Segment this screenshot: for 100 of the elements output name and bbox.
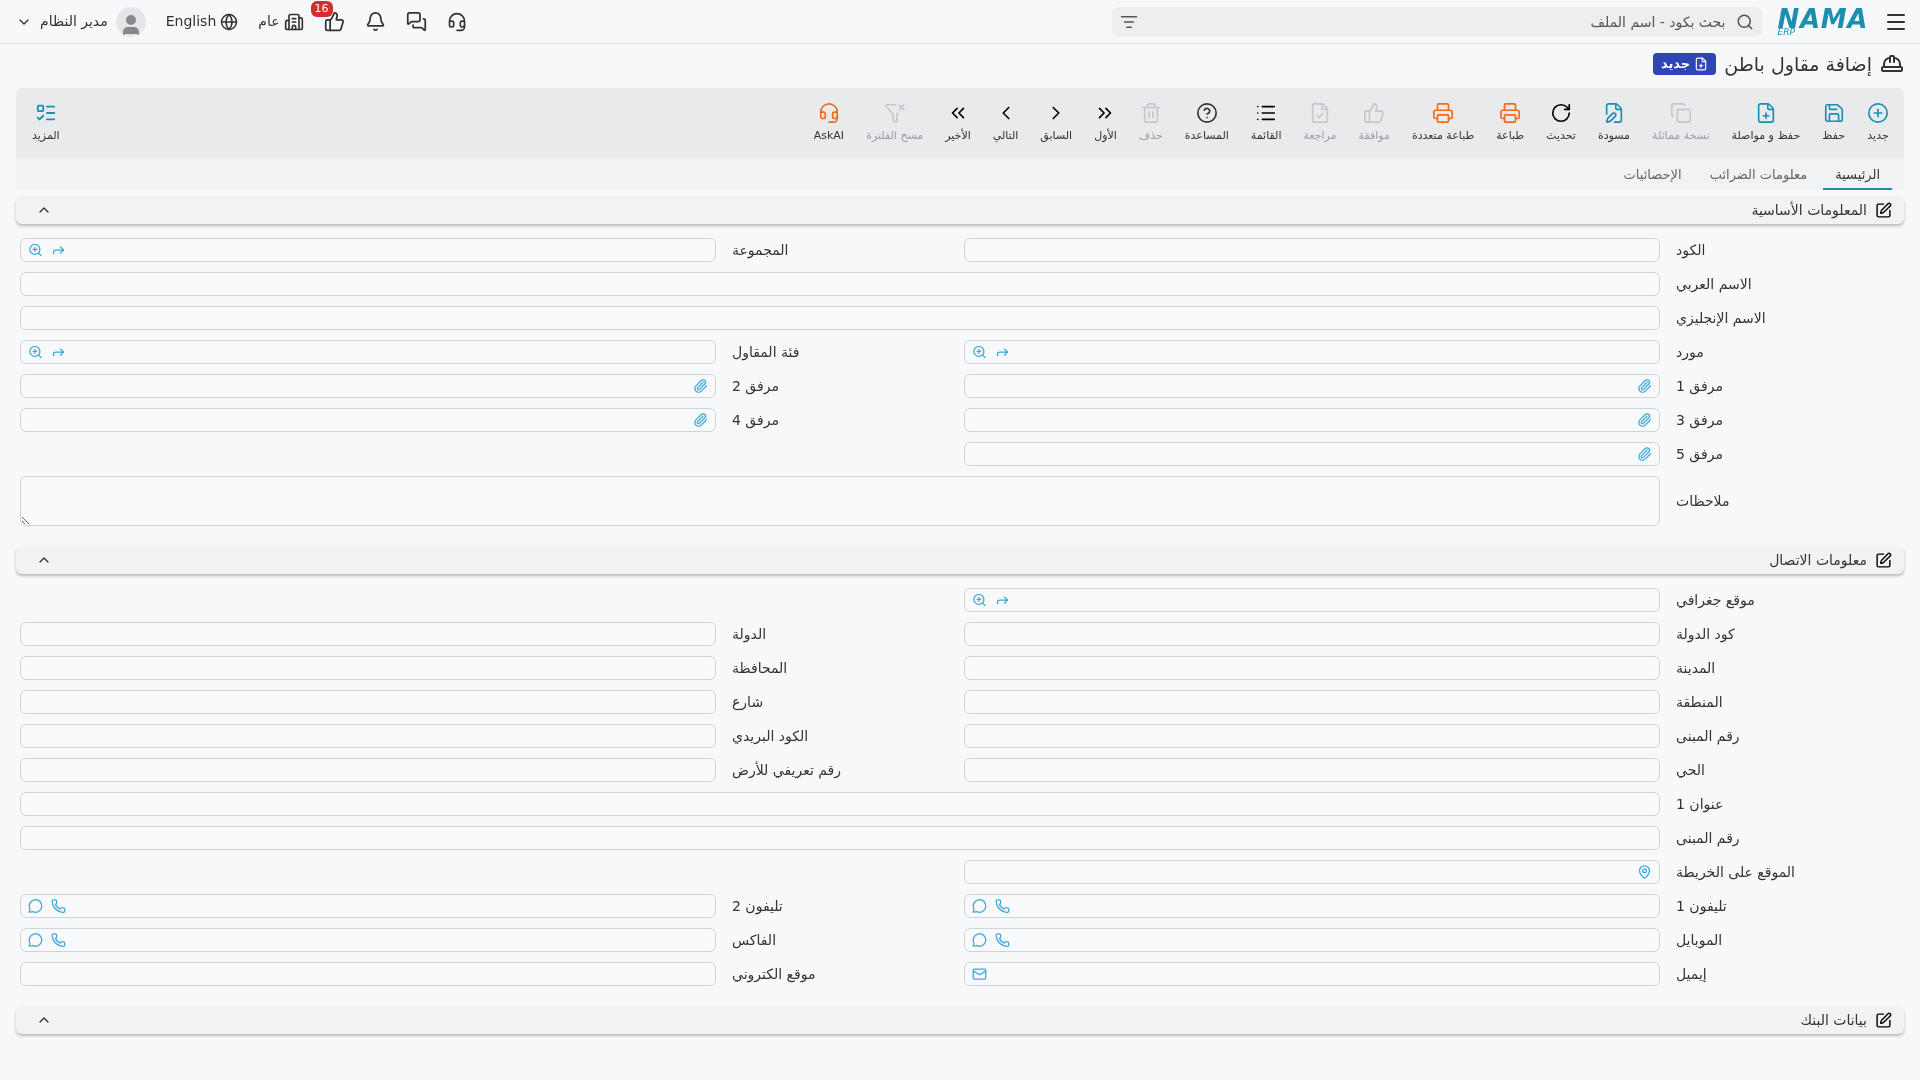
input-field[interactable] [20,928,716,952]
field-label: تليفون 2 [731,896,783,917]
notification-badge: 16 [310,1,333,17]
toolbar-button[interactable]: التالي [981,92,1030,154]
input-field[interactable] [20,962,716,986]
input-field[interactable] [20,238,716,262]
chat-bubble-icon[interactable] [972,932,987,948]
map-pin-icon[interactable] [1637,864,1652,880]
input-field[interactable] [20,792,1660,816]
notes-field[interactable] [20,476,1660,526]
page-title: إضافة مقاول باطن [1724,51,1872,78]
input-field[interactable] [964,442,1660,466]
input-field[interactable] [20,306,1660,330]
tab[interactable]: معلومات الضرائب [1697,164,1820,190]
bell-icon[interactable] [364,11,386,32]
toolbar-button[interactable]: جديد [1856,92,1900,154]
mail-icon[interactable] [972,966,987,982]
user-avatar[interactable] [115,6,146,37]
toolbar-button[interactable]: حفظ و مواصلة [1720,92,1812,154]
input-field[interactable] [20,272,1660,296]
input-field[interactable] [20,408,716,432]
chat-icon[interactable] [405,11,427,32]
input-field[interactable] [20,826,1660,850]
input-field[interactable] [20,622,716,646]
toolbar-button[interactable]: طباعة متعددة [1400,92,1486,154]
input-field[interactable] [964,928,1660,952]
toolbar-button[interactable]: AskAI [802,92,856,154]
input-field[interactable] [20,894,716,918]
input-field[interactable] [20,724,716,748]
toolbar-button[interactable]: طباعة [1485,92,1536,154]
field-label: الاسم الإنجليزي [1675,308,1766,329]
section-header[interactable]: بيانات البنك [16,1006,1904,1034]
search-add-icon[interactable] [972,592,987,608]
more-button[interactable]: المزيد [20,92,72,154]
chat-bubble-icon[interactable] [972,898,987,914]
branch-label[interactable]: عام [258,11,280,32]
globe-icon[interactable] [220,12,239,31]
toolbar-button[interactable]: حفظ [1811,92,1856,154]
chat-bubble-icon[interactable] [28,898,43,914]
field-label: رقم تعريفي للأرض [731,760,841,781]
paperclip-icon[interactable] [1637,446,1652,462]
input-field[interactable] [964,758,1660,782]
toolbar-button[interactable]: الأخير [934,92,982,154]
paperclip-icon[interactable] [693,412,708,428]
section-title: بيانات البنك [1800,1010,1867,1030]
input-field[interactable] [20,758,716,782]
search-field[interactable]: بحث بكود - اسم الملف [1111,6,1762,37]
toolbar-button[interactable]: الأول [1083,92,1128,154]
building-icon[interactable] [283,11,304,32]
input-field[interactable] [20,340,716,364]
file-check-icon [1309,101,1331,124]
input-field[interactable] [964,656,1660,680]
field-label: رقم المبنى [1675,828,1740,849]
input-field[interactable] [964,408,1660,432]
input-field[interactable] [964,724,1660,748]
field-label: مورد [1675,342,1704,363]
edit-icon [1875,1011,1892,1029]
help-icon [1195,101,1218,124]
field-label: الكود البريدي [731,726,809,747]
input-field[interactable] [964,238,1660,262]
input-field[interactable] [964,622,1660,646]
save-icon [1822,101,1845,124]
search-add-icon[interactable] [28,242,43,258]
input-field[interactable] [20,374,716,398]
section-header[interactable]: المعلومات الأساسية [16,196,1904,224]
phone-icon[interactable] [51,898,66,914]
field-label: الحي [1675,760,1705,780]
toolbar-button[interactable]: تحديث [1535,92,1587,154]
field-label: موقع جغرافي [1675,590,1755,611]
toolbar-button[interactable]: مسودة [1586,92,1641,154]
toolbar-button[interactable]: السابق [1029,92,1084,154]
section-header[interactable]: معلومات الاتصال [16,546,1904,574]
phone-icon[interactable] [995,932,1010,948]
toolbar-button[interactable]: المساعدة [1173,92,1240,154]
input-field[interactable] [964,860,1660,884]
thumbs-up-icon[interactable] [323,11,345,32]
input-field[interactable] [964,340,1660,364]
input-field[interactable] [964,588,1660,612]
user-name[interactable]: مدير النظام [40,11,108,32]
tab[interactable]: الإحصائيات [1611,164,1694,190]
language-link[interactable]: English [165,11,217,32]
paperclip-icon[interactable] [1637,378,1652,394]
headset-icon[interactable] [446,11,467,32]
chat-bubble-icon[interactable] [28,932,43,948]
paperclip-icon[interactable] [1637,412,1652,428]
input-field[interactable] [20,690,716,714]
phone-icon[interactable] [995,898,1010,914]
input-field[interactable] [964,690,1660,714]
search-add-icon[interactable] [972,344,987,360]
paperclip-icon[interactable] [693,378,708,394]
input-field[interactable] [20,656,716,680]
input-field[interactable] [964,374,1660,398]
field-label: موقع الكتروني [731,964,816,985]
phone-icon[interactable] [51,932,66,948]
input-field[interactable] [964,962,1660,986]
tab[interactable]: الرئيسية [1823,164,1892,190]
search-add-icon[interactable] [28,344,43,360]
refresh-icon [1550,101,1572,124]
toolbar-button[interactable]: القائمة [1239,92,1293,154]
input-field[interactable] [964,894,1660,918]
